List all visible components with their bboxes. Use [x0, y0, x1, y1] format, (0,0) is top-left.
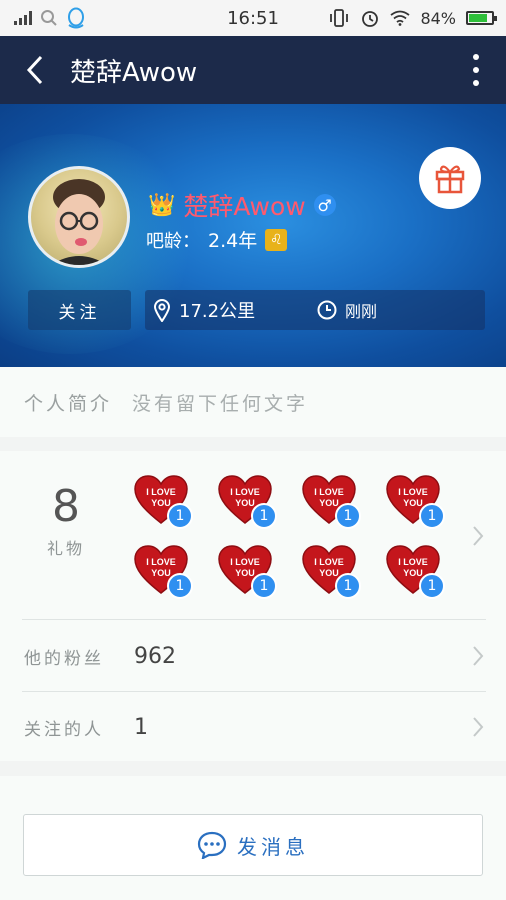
- gift-quantity-badge: 1: [251, 573, 277, 599]
- back-button[interactable]: [0, 36, 70, 104]
- gift-list: I LOVE YOU 1 I LOVE YOU 1 I LOVE YOU 1 I LOVE YOU 1…: [133, 475, 453, 601]
- bottom-bar: 发消息: [0, 776, 506, 900]
- gift-item[interactable]: I LOVE YOU 1: [301, 475, 361, 531]
- following-label: 关注的人: [24, 719, 104, 740]
- zodiac-leo-icon: ♌: [265, 228, 288, 251]
- followers-count: 962: [134, 643, 176, 669]
- bio-label: 个人简介: [24, 392, 113, 415]
- chevron-right-icon: [473, 526, 484, 546]
- send-message-label: 发消息: [237, 834, 309, 859]
- chevron-right-icon: [473, 646, 484, 666]
- chevron-left-icon: [26, 55, 43, 85]
- gift-item[interactable]: I LOVE YOU 1: [133, 545, 193, 601]
- battery-percent: 84%: [420, 8, 456, 28]
- more-vertical-icon: [473, 54, 479, 86]
- gift-icon: [435, 165, 465, 194]
- gift-quantity-badge: 1: [167, 573, 193, 599]
- gift-item[interactable]: I LOVE YOU 1: [217, 545, 277, 601]
- gift-item[interactable]: I LOVE YOU 1: [301, 545, 361, 601]
- nav-bar: 楚辞Awow: [0, 36, 506, 104]
- age-label: 吧龄：: [146, 230, 200, 252]
- bio-text: 没有留下任何文字: [132, 392, 309, 415]
- followers-label: 他的粉丝: [24, 648, 104, 669]
- age-value: 2.4年: [208, 230, 258, 252]
- last-seen: 刚刚: [345, 302, 378, 321]
- more-menu-button[interactable]: [470, 54, 482, 86]
- send-gift-button[interactable]: [419, 147, 481, 209]
- bio-row: 个人简介 没有留下任何文字: [0, 367, 506, 437]
- gifts-row[interactable]: 8 礼物 I LOVE YOU 1 I LOVE YOU 1 I LOVE YOU 1 I LOV…: [0, 451, 506, 619]
- gift-quantity-badge: 1: [167, 503, 193, 529]
- clock-icon: [317, 300, 337, 320]
- page-title: 楚辞Awow: [70, 57, 198, 88]
- gift-quantity-badge: 1: [335, 573, 361, 599]
- follow-button[interactable]: 关注: [28, 290, 131, 330]
- followers-row[interactable]: 他的粉丝 962: [0, 621, 506, 691]
- gift-item[interactable]: I LOVE YOU 1: [217, 475, 277, 531]
- following-row[interactable]: 关注的人 1: [0, 692, 506, 762]
- gift-item[interactable]: I LOVE YOU 1: [133, 475, 193, 531]
- divider: [22, 619, 486, 620]
- crown-icon: 👑: [148, 192, 176, 218]
- wifi-icon: [390, 10, 410, 26]
- distance: 17.2公里: [179, 301, 256, 322]
- chat-bubble-icon: [197, 831, 227, 859]
- stats-card: 8 礼物 I LOVE YOU 1 I LOVE YOU 1 I LOVE YOU 1 I LOV…: [0, 451, 506, 761]
- send-message-button[interactable]: 发消息: [23, 814, 483, 876]
- username: 楚辞Awow: [183, 192, 306, 221]
- location-pin-icon: [153, 299, 171, 322]
- gift-quantity-badge: 1: [251, 503, 277, 529]
- battery-icon: [466, 11, 497, 25]
- gift-quantity-badge: 1: [419, 503, 445, 529]
- alarm-icon: [362, 11, 379, 27]
- status-bar: 16:51 84%: [0, 0, 506, 36]
- avatar[interactable]: [28, 166, 130, 268]
- gift-count: 8: [52, 481, 80, 532]
- location-info: 17.2公里 刚刚: [145, 290, 485, 330]
- gift-item[interactable]: I LOVE YOU 1: [385, 475, 445, 531]
- chevron-right-icon: [473, 717, 484, 737]
- gift-item[interactable]: I LOVE YOU 1: [385, 545, 445, 601]
- gift-quantity-badge: 1: [335, 503, 361, 529]
- gift-quantity-badge: 1: [419, 573, 445, 599]
- male-icon: ♂: [313, 194, 336, 216]
- gift-label: 礼物: [46, 539, 85, 558]
- following-count: 1: [134, 714, 148, 740]
- vibrate-icon: [330, 9, 349, 27]
- profile-banner: 👑 楚辞Awow ♂ 吧龄： 2.4年 ♌ 关注 17.2公里 刚刚: [0, 104, 506, 367]
